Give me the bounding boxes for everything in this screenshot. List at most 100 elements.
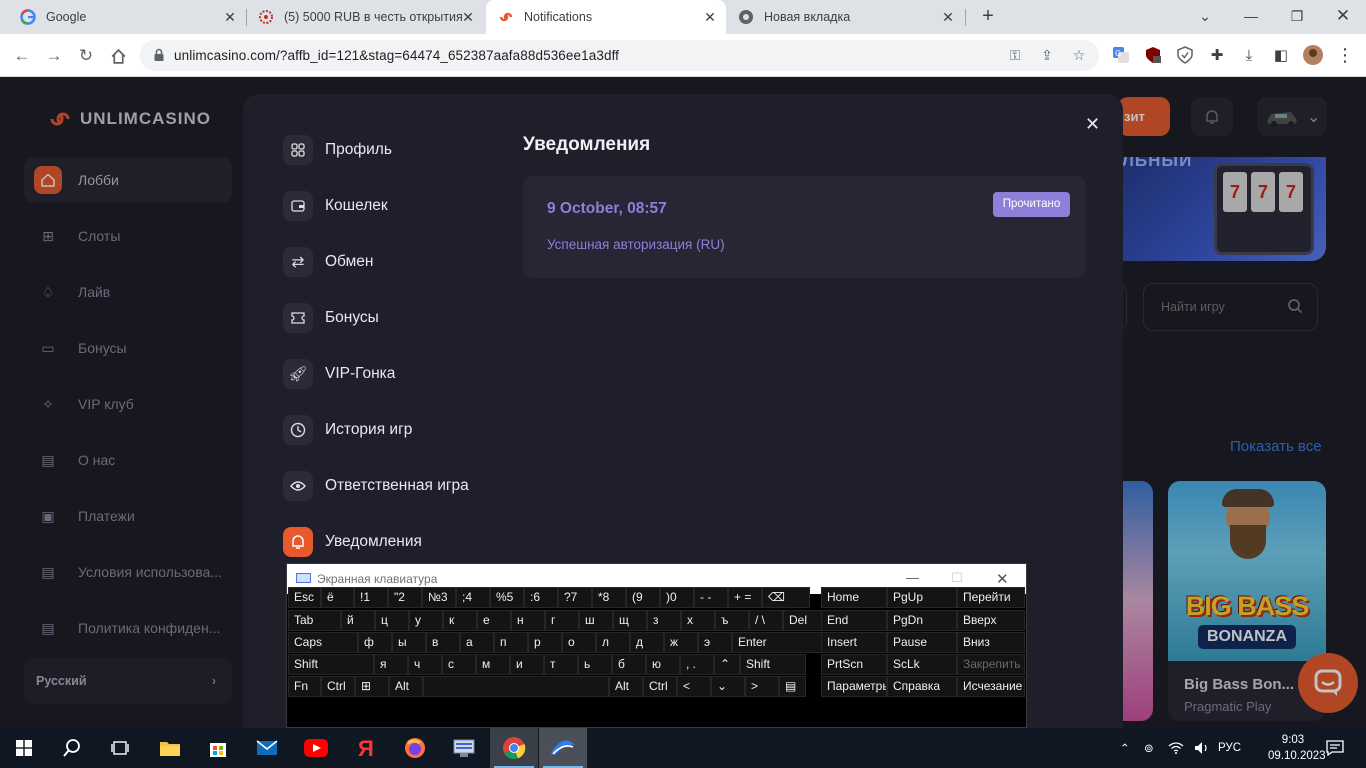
modal-menu-vip-race[interactable]: 🚀︎ VIP-Гонка (283, 358, 395, 390)
osk-key[interactable]: Ctrl (643, 676, 677, 697)
osk-key[interactable]: а (460, 632, 494, 653)
osk-key[interactable]: з (647, 610, 681, 631)
menu-icon[interactable]: ⋮ (1334, 44, 1356, 66)
firefox-button[interactable] (391, 728, 439, 768)
close-icon[interactable]: ✕ (996, 570, 1009, 588)
osk-key[interactable]: ⌫ (762, 587, 810, 608)
osk-key[interactable]: я (374, 654, 408, 675)
download-icon[interactable]: ⤓ (1238, 44, 1260, 66)
osk-key[interactable] (423, 676, 609, 697)
osk-key[interactable]: о (562, 632, 596, 653)
modal-menu-game-history[interactable]: История игр (283, 414, 412, 446)
osk-key[interactable]: с (442, 654, 476, 675)
close-tab-icon[interactable]: ✕ (222, 9, 238, 25)
osk-key[interactable]: (9 (626, 587, 660, 608)
osk-key[interactable]: ф (358, 632, 392, 653)
osk-key[interactable]: "2 (388, 587, 422, 608)
volume-icon[interactable] (1194, 728, 1210, 768)
minimize-icon[interactable]: — (1228, 0, 1274, 32)
osk-key[interactable]: ь (578, 654, 612, 675)
osk-key[interactable]: ё (321, 587, 354, 608)
osk-key[interactable]: к (443, 610, 477, 631)
show-hidden-icons[interactable]: ⌃ (1120, 728, 1130, 768)
tab-google[interactable]: Google ✕ (0, 0, 246, 34)
osk-key[interactable]: в (426, 632, 460, 653)
close-window-icon[interactable]: ✕ (1320, 0, 1366, 32)
modal-menu-exchange[interactable]: ⇄ Обмен (283, 246, 373, 278)
wifi-icon[interactable] (1168, 728, 1184, 768)
osk-key[interactable]: Home (821, 587, 887, 608)
osk-key[interactable]: ч (408, 654, 442, 675)
osk-key[interactable]: ⌃ (714, 654, 740, 675)
osk-key[interactable]: *8 (592, 587, 626, 608)
share-icon[interactable]: ⇪ (1038, 47, 1056, 65)
osk-key[interactable]: б (612, 654, 646, 675)
translate-icon[interactable]: G (1110, 44, 1132, 66)
forward-icon[interactable]: → (42, 44, 66, 68)
osk-key[interactable]: ⊞ (355, 676, 389, 697)
osk-key[interactable]: т (544, 654, 578, 675)
osk-key[interactable]: м (476, 654, 510, 675)
osk-key[interactable]: < (677, 676, 711, 697)
tab-notifications[interactable]: Notifications ✕ (486, 0, 726, 34)
bookmark-star-icon[interactable]: ☆ (1070, 47, 1088, 65)
osk-key[interactable]: Esc (288, 587, 321, 608)
osk-key[interactable]: ъ (715, 610, 749, 631)
osk-key[interactable]: ы (392, 632, 426, 653)
osk-key[interactable]: Вверх (957, 610, 1025, 631)
osk-key[interactable]: > (745, 676, 779, 697)
tab-search-icon[interactable]: ⌄ (1182, 0, 1228, 32)
close-tab-icon[interactable]: ✕ (460, 9, 476, 25)
modal-menu-wallet[interactable]: Кошелек (283, 190, 388, 222)
restore-icon[interactable]: ❐ (1274, 0, 1320, 32)
osk-key[interactable]: г (545, 610, 579, 631)
osk-key[interactable]: х (681, 610, 715, 631)
osk-key[interactable]: щ (613, 610, 647, 631)
input-language[interactable]: РУС (1218, 728, 1241, 768)
osk-key[interactable]: / \ (749, 610, 783, 631)
tab-new[interactable]: Новая вкладка ✕ (728, 0, 964, 34)
osk-key[interactable]: Закрепить (957, 654, 1025, 675)
osk-key[interactable]: Caps (288, 632, 358, 653)
osk-key[interactable]: Shift (288, 654, 374, 675)
osk-key[interactable]: ▤ (779, 676, 806, 697)
osk-key[interactable]: ?7 (558, 587, 592, 608)
osk-key[interactable]: Tab (288, 610, 341, 631)
key-icon[interactable]: ⚿ (1006, 47, 1024, 65)
osk-key[interactable]: PrtScn (821, 654, 887, 675)
osk-key[interactable]: PgUp (887, 587, 957, 608)
home-icon[interactable] (106, 44, 130, 68)
minimize-icon[interactable]: — (906, 570, 919, 585)
osk-key[interactable]: End (821, 610, 887, 631)
clock[interactable]: 9:03 09.10.2023 (1268, 732, 1326, 764)
osk-key[interactable]: п (494, 632, 528, 653)
control-panel-button[interactable] (440, 728, 488, 768)
osk-key[interactable]: ц (375, 610, 409, 631)
new-tab-button[interactable]: + (977, 6, 999, 28)
osk-key[interactable]: )0 (660, 587, 694, 608)
osk-key[interactable]: Вниз (957, 632, 1025, 653)
modal-menu-bonuses[interactable]: Бонусы (283, 302, 379, 334)
osk-key[interactable]: ж (664, 632, 698, 653)
youtube-button[interactable] (292, 728, 340, 768)
start-button[interactable] (0, 728, 48, 768)
close-tab-icon[interactable]: ✕ (940, 9, 956, 25)
osk-key[interactable]: ;4 (456, 587, 490, 608)
osk-key[interactable]: л (596, 632, 630, 653)
network-adapter-icon[interactable]: ⊚ (1144, 728, 1154, 768)
osk-key[interactable]: Enter (732, 632, 830, 653)
osk-key[interactable]: э (698, 632, 732, 653)
osk-key[interactable]: Fn (288, 676, 321, 697)
modal-menu-profile[interactable]: Профиль (283, 134, 392, 166)
osk-key[interactable]: д (630, 632, 664, 653)
osk-key[interactable]: Shift (740, 654, 806, 675)
notification-center-icon[interactable] (1326, 728, 1344, 768)
osk-key[interactable]: Pause (887, 632, 957, 653)
site-info-icon[interactable] (152, 48, 166, 62)
yandex-button[interactable]: Я (342, 728, 390, 768)
osk-key[interactable]: й (341, 610, 375, 631)
search-button[interactable] (48, 728, 96, 768)
osk-key[interactable]: Справка (887, 676, 957, 697)
osk-key[interactable]: %5 (490, 587, 524, 608)
osk-key[interactable]: ш (579, 610, 613, 631)
